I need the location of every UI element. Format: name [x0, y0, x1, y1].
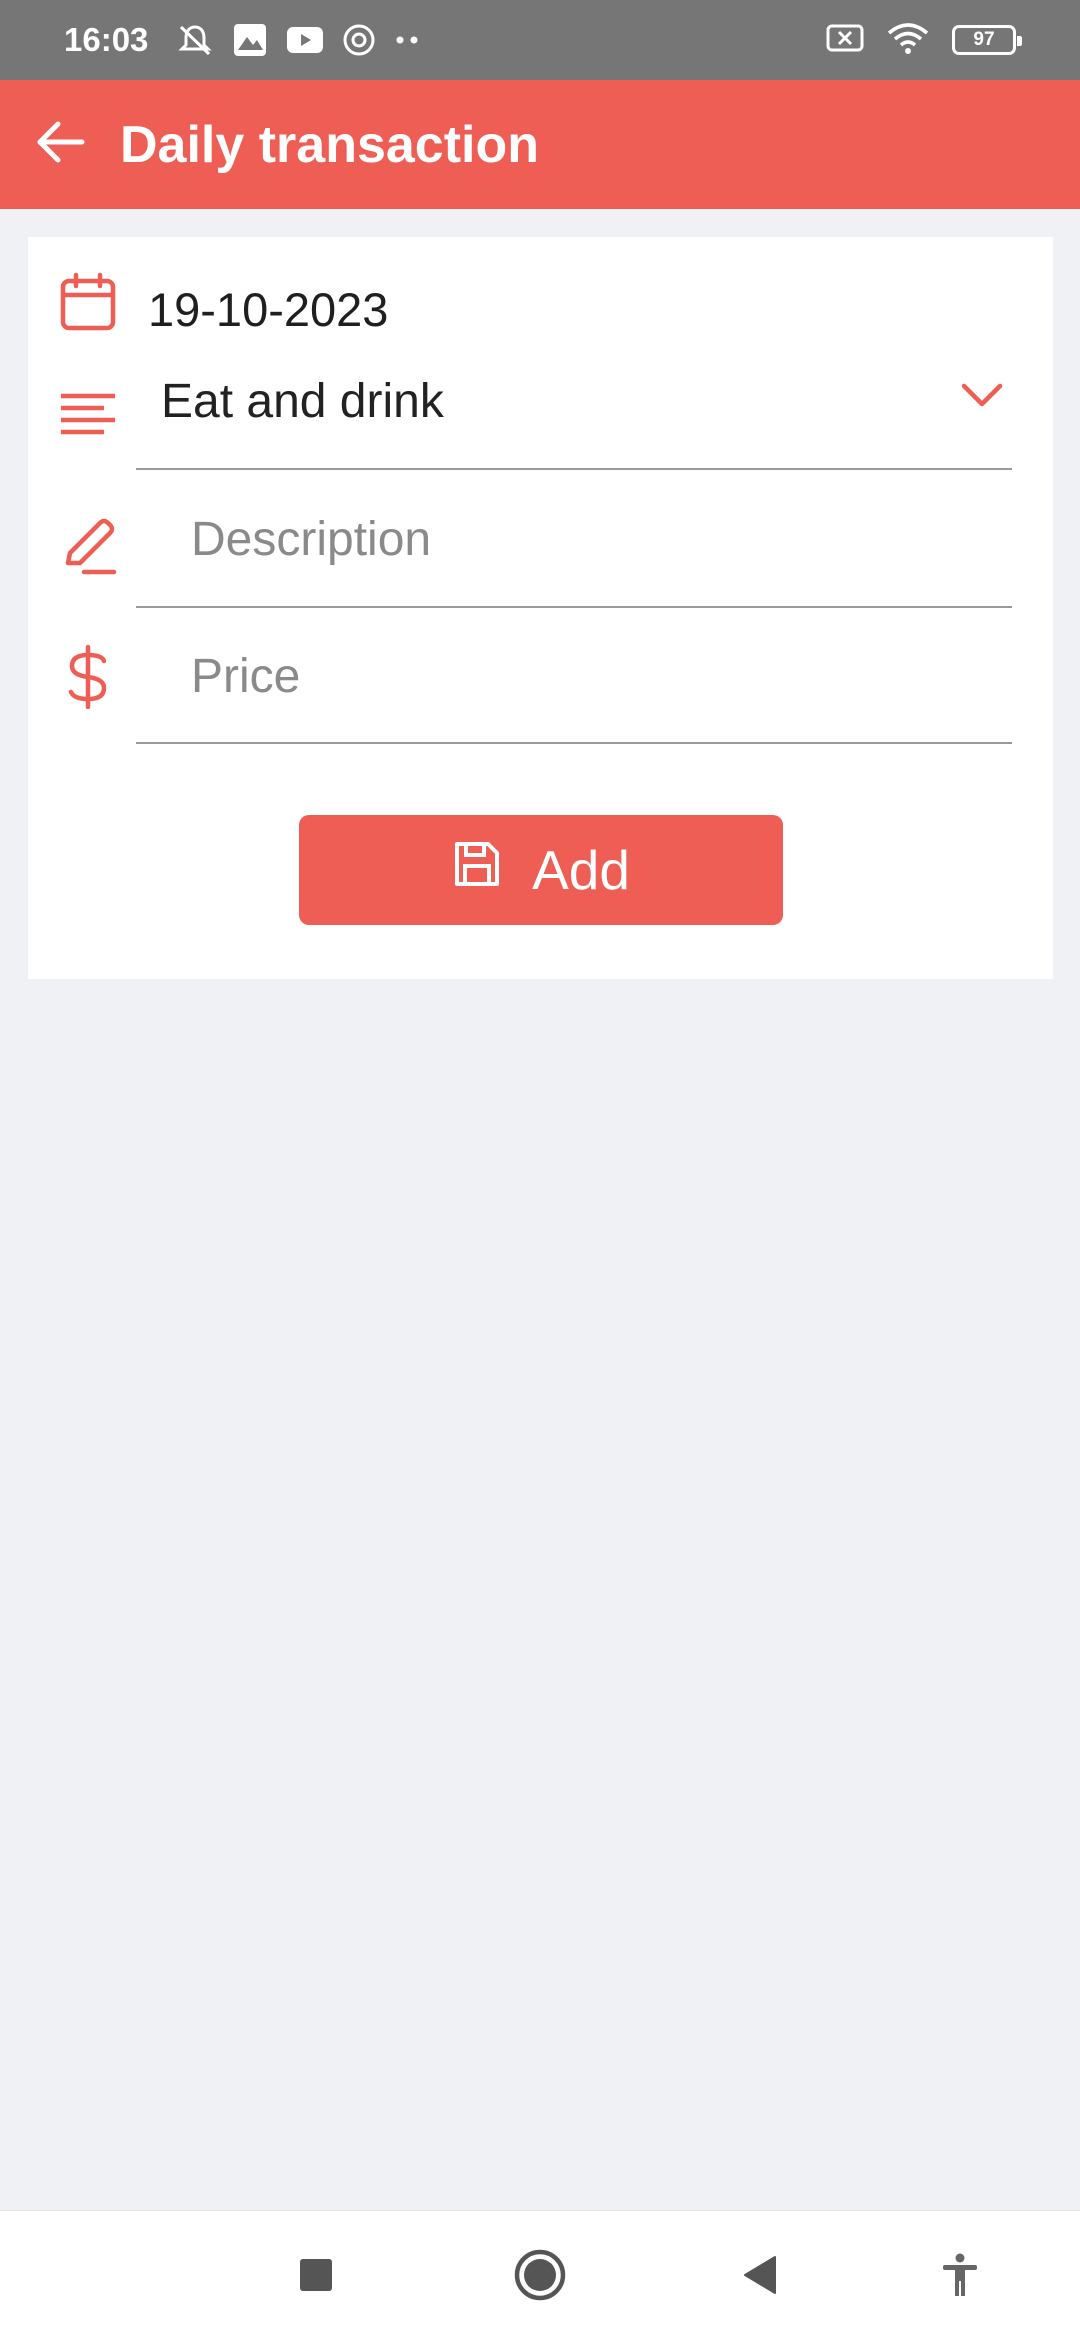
notification-icons	[176, 22, 422, 58]
navigation-bar	[0, 2210, 1080, 2340]
arrow-left-icon	[34, 118, 86, 171]
transaction-form-card: 19-10-2023 Eat and drink Description Pri…	[28, 237, 1053, 979]
dollar-icon	[58, 645, 118, 709]
description-row	[28, 472, 1053, 610]
home-circle-icon	[513, 2248, 567, 2307]
battery-level: 97	[973, 29, 995, 50]
chevron-down-icon	[960, 380, 1004, 415]
calendar-icon	[58, 272, 118, 332]
description-input[interactable]	[136, 472, 1012, 606]
category-select[interactable]: Eat and drink	[136, 362, 1012, 470]
recents-button[interactable]	[284, 2245, 348, 2309]
recents-square-icon	[299, 2258, 333, 2297]
sim-icon	[826, 23, 864, 58]
app-bar: Daily transaction	[0, 80, 1080, 209]
category-row: Eat and drink	[28, 362, 1053, 472]
add-label: Add	[532, 839, 630, 901]
category-value: Eat and drink	[161, 375, 444, 428]
wifi-icon	[886, 21, 930, 60]
date-row[interactable]: 19-10-2023	[28, 237, 1053, 362]
home-button[interactable]	[508, 2245, 572, 2309]
system-icons: 97	[826, 21, 1022, 60]
youtube-icon	[286, 26, 324, 54]
price-row	[28, 610, 1053, 746]
price-input[interactable]	[136, 610, 1012, 742]
accessibility-icon	[940, 2253, 980, 2302]
add-button[interactable]: Add	[299, 815, 783, 925]
lines-icon	[58, 384, 118, 444]
chrome-icon	[342, 23, 376, 57]
back-triangle-icon	[741, 2255, 779, 2300]
screen: 16:03 97 Daily transaction 19-10-2023 Ea…	[0, 0, 1080, 2340]
description-field[interactable]	[136, 472, 1012, 608]
page-title: Daily transaction	[120, 115, 540, 174]
pencil-icon	[58, 517, 118, 577]
back-nav-button[interactable]	[728, 2245, 792, 2309]
mute-icon	[176, 22, 214, 58]
battery-icon: 97	[952, 25, 1022, 55]
status-bar: 16:03 97	[0, 0, 1080, 80]
more-dots-icon	[394, 35, 422, 45]
date-value[interactable]: 19-10-2023	[148, 282, 388, 337]
gallery-icon	[232, 22, 268, 58]
accessibility-button[interactable]	[928, 2245, 992, 2309]
save-icon	[452, 838, 502, 902]
status-time: 16:03	[64, 21, 149, 58]
price-field[interactable]	[136, 610, 1012, 744]
back-button[interactable]	[0, 80, 120, 209]
